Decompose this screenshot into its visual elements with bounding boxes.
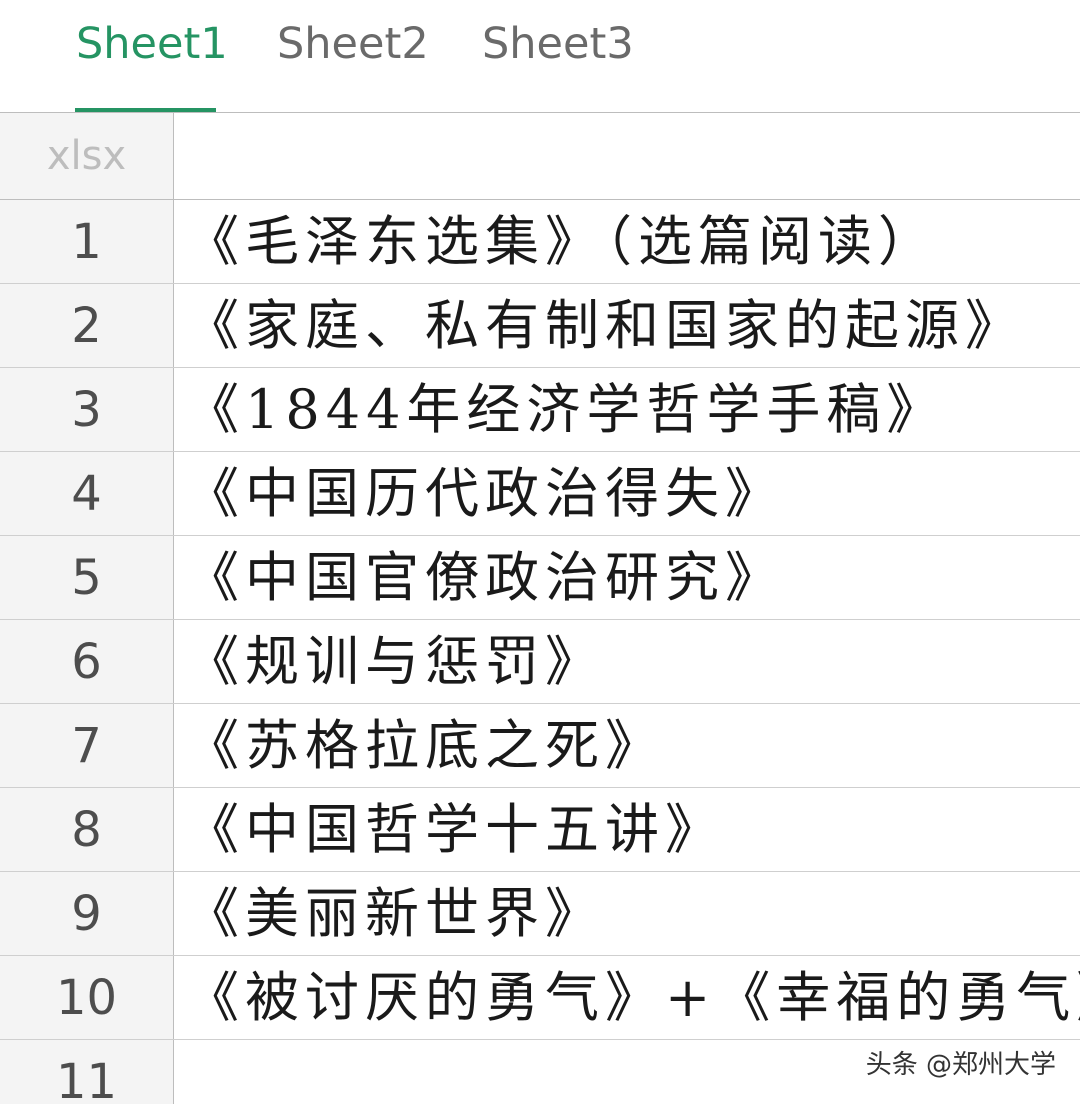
- cell-text[interactable]: 《中国哲学十五讲》: [175, 788, 1080, 872]
- table-row[interactable]: 2 《家庭、私有制和国家的起源》: [0, 284, 1080, 368]
- row-number[interactable]: 3: [0, 368, 174, 452]
- row-number[interactable]: 2: [0, 284, 174, 368]
- row-number[interactable]: 8: [0, 788, 174, 872]
- cell-text[interactable]: 《1844年经济学哲学手稿》: [175, 368, 1080, 452]
- tab-sheet3[interactable]: Sheet3: [482, 14, 634, 74]
- corner-label: xlsx: [0, 113, 174, 200]
- sheet-tab-bar: Sheet1 Sheet2 Sheet3: [0, 0, 1080, 112]
- row-number[interactable]: 7: [0, 704, 174, 788]
- row-number[interactable]: 5: [0, 536, 174, 620]
- table-row[interactable]: 9 《美丽新世界》: [0, 872, 1080, 956]
- table-row[interactable]: 6 《规训与惩罚》: [0, 620, 1080, 704]
- watermark: 头条 @郑州大学: [865, 1050, 1056, 1080]
- table-row[interactable]: 8 《中国哲学十五讲》: [0, 788, 1080, 872]
- row-number[interactable]: 9: [0, 872, 174, 956]
- row-number[interactable]: 6: [0, 620, 174, 704]
- cell-text[interactable]: 《美丽新世界》: [175, 872, 1080, 956]
- row-number[interactable]: 10: [0, 956, 174, 1040]
- column-header-cell[interactable]: [175, 113, 1080, 200]
- table-row[interactable]: 3 《1844年经济学哲学手稿》: [0, 368, 1080, 452]
- row-number[interactable]: 11: [0, 1040, 174, 1104]
- table-row[interactable]: 1 《毛泽东选集》（选篇阅读）: [0, 200, 1080, 284]
- table-row[interactable]: 5 《中国官僚政治研究》: [0, 536, 1080, 620]
- cell-text[interactable]: 《苏格拉底之死》: [175, 704, 1080, 788]
- tab-sheet2[interactable]: Sheet2: [277, 14, 429, 74]
- cell-text[interactable]: 《中国官僚政治研究》: [175, 536, 1080, 620]
- row-number[interactable]: 1: [0, 200, 174, 284]
- table-row[interactable]: 7 《苏格拉底之死》: [0, 704, 1080, 788]
- cell-text[interactable]: 《毛泽东选集》（选篇阅读）: [175, 200, 1080, 284]
- spreadsheet-grid[interactable]: xlsx 1 《毛泽东选集》（选篇阅读） 2 《家庭、私有制和国家的起源》 3 …: [0, 112, 1080, 1104]
- cell-text[interactable]: 《被讨厌的勇气》+《幸福的勇气》: [175, 956, 1080, 1040]
- table-row[interactable]: 4 《中国历代政治得失》: [0, 452, 1080, 536]
- table-row[interactable]: 10 《被讨厌的勇气》+《幸福的勇气》: [0, 956, 1080, 1040]
- tab-sheet1[interactable]: Sheet1: [76, 14, 228, 74]
- cell-text[interactable]: 《规训与惩罚》: [175, 620, 1080, 704]
- cell-text[interactable]: 《家庭、私有制和国家的起源》: [175, 284, 1080, 368]
- cell-text[interactable]: 《中国历代政治得失》: [175, 452, 1080, 536]
- header-row: xlsx: [0, 113, 1080, 200]
- row-number[interactable]: 4: [0, 452, 174, 536]
